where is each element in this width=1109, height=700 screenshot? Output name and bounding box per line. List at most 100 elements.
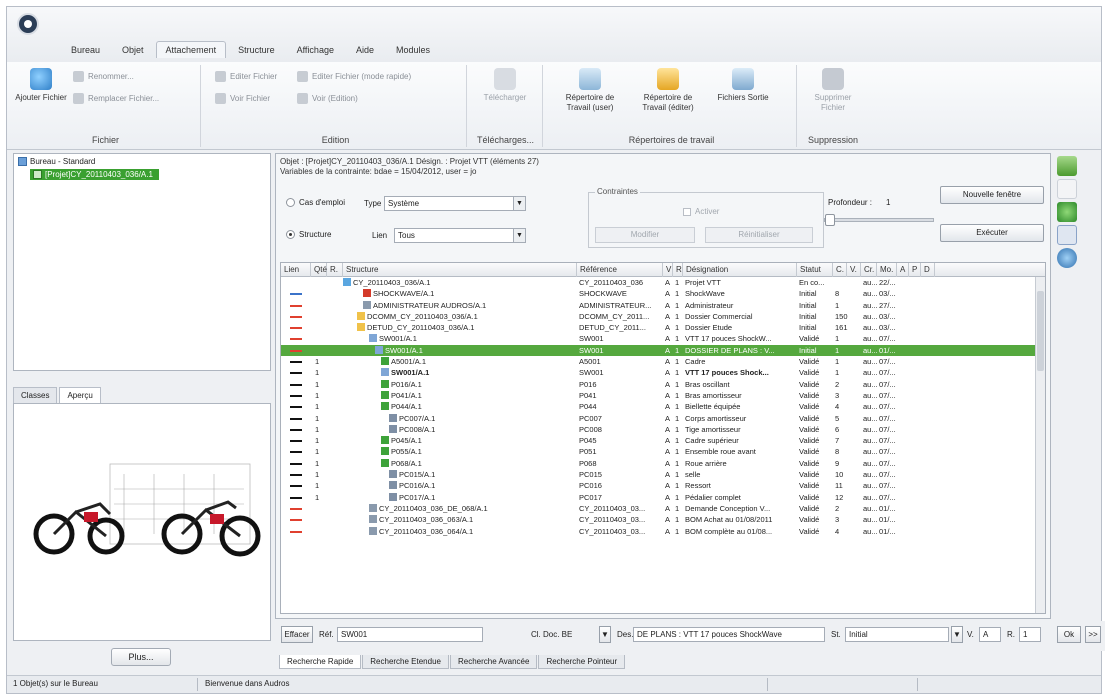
table-row[interactable]: DETUD_CY_20110403_036/A.1 DETUD_CY_2011..… — [281, 322, 1045, 333]
ref-input[interactable]: SW001 — [337, 627, 483, 642]
table-row[interactable]: 1 PC017/A.1 PC017 A 1 Pédalier complet Validé 1… — [281, 492, 1045, 503]
activer-checkbox[interactable]: Activer — [683, 207, 719, 216]
column-header[interactable]: Qté — [311, 263, 327, 277]
column-header[interactable]: V — [663, 263, 673, 277]
rename-button[interactable]: Renommer... — [73, 71, 134, 82]
view-file-button[interactable]: Voir Fichier — [215, 93, 270, 104]
st-input[interactable]: Initial — [845, 627, 949, 642]
table-row[interactable]: 1 A5001/A.1 A5001 A 1 Cadre Validé 1 au... 07/... — [281, 356, 1045, 367]
user-dir-button[interactable]: Répertoire de Travail (user) — [559, 68, 621, 113]
tab-aide[interactable]: Aide — [346, 41, 384, 58]
tab-attachement[interactable]: Attachement — [155, 41, 227, 58]
refresh-icon[interactable] — [1057, 248, 1077, 268]
column-header[interactable]: Structure — [343, 263, 577, 277]
column-header[interactable]: D — [921, 263, 935, 277]
table-row[interactable]: 1 P041/A.1 P041 A 1 Bras amortisseur Validé 3 au… — [281, 390, 1045, 401]
delete-file-icon — [822, 68, 844, 90]
table-row[interactable]: 1 P044/A.1 P044 A 1 Biellette équipée Validé 4 a… — [281, 401, 1045, 412]
column-header[interactable]: R — [673, 263, 683, 277]
new-window-button[interactable]: Nouvelle fenêtre — [940, 186, 1044, 204]
app-logo-icon[interactable] — [17, 13, 39, 35]
green-globe-icon[interactable] — [1057, 202, 1077, 222]
slider-handle[interactable] — [825, 214, 835, 226]
plus-button[interactable]: Plus... — [111, 648, 171, 666]
tab-objet[interactable]: Objet — [112, 41, 154, 58]
cell-designation: DOSSIER DE PLANS : V... — [685, 345, 799, 356]
tab-recherche-rapide[interactable]: Recherche Rapide — [279, 655, 362, 669]
column-header[interactable]: Mo. — [877, 263, 897, 277]
tree-structure-icon[interactable] — [1057, 225, 1077, 245]
lien-select[interactable]: Tous ▼ — [394, 228, 526, 243]
tab-modules[interactable]: Modules — [386, 41, 440, 58]
add-file-button[interactable]: Ajouter Fichier — [15, 68, 67, 103]
tab-recherche-pointeur[interactable]: Recherche Pointeur — [538, 655, 626, 669]
vertical-scrollbar[interactable] — [1035, 277, 1045, 613]
download-button[interactable]: Télécharger — [479, 68, 531, 103]
table-row[interactable]: 1 P055/A.1 P051 A 1 Ensemble roue avant Validé… — [281, 446, 1045, 457]
column-header[interactable]: P — [909, 263, 921, 277]
table-row[interactable]: 1 P068/A.1 P068 A 1 Roue arrière Validé 9 au... 0… — [281, 458, 1045, 469]
cas-emploi-radio[interactable]: Cas d'emploi — [286, 198, 345, 207]
replace-file-button[interactable]: Remplacer Fichier... — [73, 93, 159, 104]
ok-button[interactable]: Ok — [1057, 626, 1081, 643]
table-row[interactable]: DCOMM_CY_20110403_036/A.1 DCOMM_CY_2011..… — [281, 311, 1045, 322]
table-row[interactable]: 1 PC008/A.1 PC008 A 1 Tige amortisseur Validé 6… — [281, 424, 1045, 435]
table-row[interactable]: 1 SW001/A.1 SW001 A 1 VTT 17 pouces Shock... V… — [281, 367, 1045, 378]
edit-file-button[interactable]: Editer Fichier — [215, 71, 277, 82]
chevron-down-icon[interactable]: ▼ — [951, 626, 963, 643]
tab-recherche-avancee[interactable]: Recherche Avancée — [449, 655, 538, 669]
table-row[interactable]: CY_20110403_036_064/A.1 CY_20110403_03...… — [281, 526, 1045, 537]
edit-file-quick-button[interactable]: Editer Fichier (mode rapide) — [297, 71, 411, 82]
column-header[interactable]: Désignation — [683, 263, 797, 277]
column-header[interactable]: Référence — [577, 263, 663, 277]
group-telechargement-title: Télécharges... — [476, 135, 535, 145]
tree-selected-item[interactable]: [Projet]CY_20110403_036/A.1 — [30, 169, 159, 180]
edit-dir-button[interactable]: Répertoire de Travail (éditer) — [635, 68, 701, 113]
tab-structure[interactable]: Structure — [228, 41, 285, 58]
v-input[interactable]: A — [979, 627, 1001, 642]
column-header[interactable]: Cr. — [861, 263, 877, 277]
r-input[interactable]: 1 — [1019, 627, 1041, 642]
delete-file-button[interactable]: Supprimer Fichier — [807, 68, 859, 113]
column-header[interactable]: A — [897, 263, 909, 277]
table-row[interactable]: 1 PC015/A.1 PC015 A 1 selle Validé 10 au... 07/..… — [281, 469, 1045, 480]
table-row[interactable]: SW001/A.1 SW001 A 1 VTT 17 pouces ShockW... V… — [281, 333, 1045, 344]
type-select[interactable]: Système ▼ — [384, 196, 526, 211]
column-header[interactable]: C. — [833, 263, 847, 277]
table-row[interactable]: CY_20110403_036_063/A.1 CY_20110403_03...… — [281, 514, 1045, 525]
column-header[interactable]: Lien — [281, 263, 311, 277]
scrollbar-thumb[interactable] — [1037, 291, 1044, 371]
tab-bureau[interactable]: Bureau — [61, 41, 110, 58]
view-edited-button[interactable]: Voir (Edition) — [297, 93, 358, 104]
tab-classes[interactable]: Classes — [13, 387, 58, 403]
table-row[interactable]: 1 P016/A.1 P016 A 1 Bras oscillant Validé 2 au..… — [281, 379, 1045, 390]
execute-button[interactable]: Exécuter — [940, 224, 1044, 242]
chevron-down-icon[interactable]: ▼ — [599, 626, 611, 643]
tab-apercu[interactable]: Aperçu — [59, 387, 101, 403]
table-row[interactable]: 1 P045/A.1 P045 A 1 Cadre supérieur Validé 7 au.… — [281, 435, 1045, 446]
modifier-button[interactable]: Modifier — [595, 227, 695, 243]
table-row[interactable]: CY_20110403_036/A.1 CY_20110403_036 A 1 Proj… — [281, 277, 1045, 288]
tab-affichage[interactable]: Affichage — [287, 41, 344, 58]
tab-recherche-etendue[interactable]: Recherche Etendue — [362, 655, 449, 669]
cell-structure: PC017/A.1 — [389, 492, 577, 503]
output-files-button[interactable]: Fichiers Sortie — [715, 68, 771, 103]
column-header[interactable]: V. — [847, 263, 861, 277]
table-row[interactable]: SW001/A.1 SW001 A 1 DOSSIER DE PLANS : V... I… — [281, 344, 1045, 357]
table-row[interactable]: ADMINISTRATEUR AUDROS/A.1 ADMINISTRATEUR.… — [281, 300, 1045, 311]
effacer-button[interactable]: Effacer — [281, 626, 313, 643]
table-row[interactable]: 1 PC016/A.1 PC016 A 1 Ressort Validé 11 au... 07/… — [281, 480, 1045, 491]
table-row[interactable]: SHOCKWAVE/A.1 SHOCKWAVE A 1 ShockWave Initial… — [281, 288, 1045, 299]
more-options-button[interactable]: >> — [1085, 626, 1101, 643]
des-input[interactable]: DE PLANS : VTT 17 pouces ShockWave — [633, 627, 825, 642]
column-header[interactable]: R. — [327, 263, 343, 277]
reinitialiser-button[interactable]: Réinitialiser — [705, 227, 813, 243]
image-icon[interactable] — [1057, 156, 1077, 176]
tree-root[interactable]: Bureau - Standard — [18, 157, 95, 166]
column-header[interactable]: Statut — [797, 263, 833, 277]
document-icon[interactable] — [1057, 179, 1077, 199]
profondeur-slider[interactable] — [824, 214, 934, 226]
table-row[interactable]: 1 PC007/A.1 PC007 A 1 Corps amortisseur Validé… — [281, 413, 1045, 424]
table-row[interactable]: CY_20110403_036_DE_068/A.1 CY_20110403_03… — [281, 503, 1045, 514]
structure-radio[interactable]: Structure — [286, 230, 331, 239]
